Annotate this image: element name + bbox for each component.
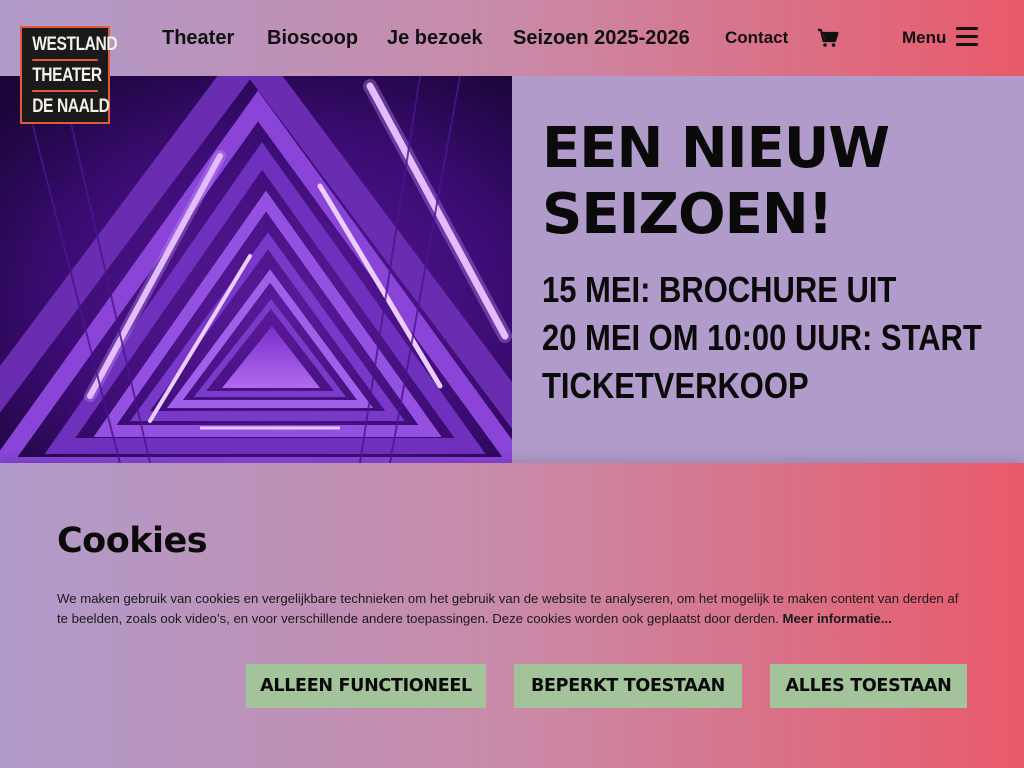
hero-image xyxy=(0,76,512,463)
hero-title-line: EEN NIEUW xyxy=(542,116,890,181)
limited-allow-button[interactable]: Beperkt toestaan xyxy=(514,664,742,708)
hero-text-panel: EEN NIEUW SEIZOEN! 15 MEI: BROCHURE UIT … xyxy=(512,76,1024,463)
logo-line-westland: WESTLAND xyxy=(32,30,118,61)
nav-link-je-bezoek[interactable]: Je bezoek xyxy=(387,22,483,54)
nav-link-seizoen[interactable]: Seizoen 2025-2026 xyxy=(513,22,690,54)
stairwell-image xyxy=(0,76,512,463)
nav-link-bioscoop[interactable]: Bioscoop xyxy=(267,22,358,54)
allow-all-button[interactable]: Alles toestaan xyxy=(770,664,967,708)
hero-subline: TICKETVERKOOP xyxy=(542,365,809,406)
logo-line-theater: THEATER xyxy=(32,61,102,92)
hero-title-line: SEIZOEN! xyxy=(542,182,833,247)
hamburger-icon[interactable] xyxy=(956,27,978,47)
cookie-title: Cookies xyxy=(57,521,208,561)
functional-only-button[interactable]: Alleen functioneel xyxy=(246,664,486,708)
cookie-description: We maken gebruik van cookies en vergelij… xyxy=(57,589,967,629)
site-logo[interactable]: WESTLAND THEATER DE NAALD xyxy=(20,26,118,124)
hero-subline: 20 MEI OM 10:00 UUR: START xyxy=(542,317,982,358)
hero-subline: 15 MEI: BROCHURE UIT xyxy=(542,269,897,310)
nav-link-theater[interactable]: Theater xyxy=(162,22,234,54)
shopping-cart-icon[interactable] xyxy=(817,28,839,48)
cookie-banner: Cookies We maken gebruik van cookies en … xyxy=(0,463,1024,768)
site-header: Theater Bioscoop Je bezoek Seizoen 2025-… xyxy=(0,0,1024,76)
menu-button[interactable]: Menu xyxy=(902,24,946,52)
hero-title: EEN NIEUW SEIZOEN! xyxy=(542,116,1012,248)
nav-link-contact[interactable]: Contact xyxy=(725,24,788,52)
logo-line-de-naald: DE NAALD xyxy=(32,95,110,117)
more-info-link[interactable]: Meer informatie... xyxy=(783,611,892,626)
